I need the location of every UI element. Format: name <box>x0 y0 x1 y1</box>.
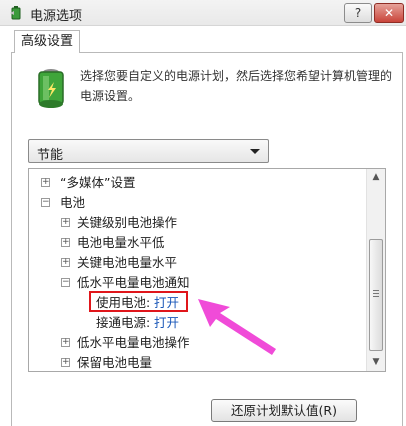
tree-item-low-action[interactable]: + 低水平电量电池操作 <box>29 333 359 353</box>
setting-plugged-in[interactable]: 接通电源: 打开 <box>29 313 359 333</box>
scroll-thumb[interactable] <box>369 239 383 351</box>
tree-item-label: 电池 <box>60 195 86 210</box>
tree-item-label: 关键级别电池操作 <box>77 215 178 230</box>
expand-icon[interactable]: + <box>61 358 70 367</box>
tree-item-label: 低水平电量电池通知 <box>77 275 190 290</box>
grip-line <box>373 290 379 291</box>
tree-item-label: 保留电池电量 <box>77 355 153 370</box>
title-bar: 电源选项 ? ✕ <box>0 0 406 26</box>
collapse-icon[interactable]: − <box>61 278 70 287</box>
setting-on-battery[interactable]: 使用电池: 打开 <box>29 293 359 313</box>
grip-line <box>373 296 379 297</box>
expand-icon[interactable]: + <box>61 218 70 227</box>
plan-description: 选择您要自定义的电源计划，然后选择您希望计算机管理的电源设置。 <box>80 69 393 103</box>
window-title: 电源选项 <box>30 9 83 24</box>
tree-item-low-level[interactable]: + 电池电量水平低 <box>29 233 359 253</box>
chevron-down-icon <box>250 149 260 154</box>
tree-item-reserve-level[interactable]: + 保留电池电量 <box>29 353 359 371</box>
help-button[interactable]: ? <box>344 3 372 23</box>
collapse-icon[interactable]: − <box>41 198 50 207</box>
battery-icon <box>38 69 64 108</box>
power-plan-select[interactable]: 节能 <box>28 139 269 163</box>
close-button[interactable]: ✕ <box>374 3 404 23</box>
expand-icon[interactable]: + <box>61 258 70 267</box>
tree-item-label: 电池电量水平低 <box>77 235 165 250</box>
vertical-scrollbar[interactable]: ▲ ▼ <box>366 169 385 371</box>
setting-value-link[interactable]: 打开 <box>154 313 179 333</box>
grip-line <box>373 293 379 294</box>
power-plan-selected: 节能 <box>37 148 64 163</box>
expand-icon[interactable]: + <box>41 178 50 187</box>
expand-icon[interactable]: + <box>61 238 70 247</box>
scroll-down-icon[interactable]: ▼ <box>367 354 385 371</box>
highlight-box <box>89 291 188 312</box>
tree-item-low-notification[interactable]: − 低水平电量电池通知 <box>29 273 359 293</box>
scroll-up-icon[interactable]: ▲ <box>367 169 385 186</box>
setting-label: 接通电源: <box>96 315 151 330</box>
tree-item-critical-action[interactable]: + 关键级别电池操作 <box>29 213 359 233</box>
tree-item-critical-level[interactable]: + 关键电池电量水平 <box>29 253 359 273</box>
tree-item-label: “多媒体”设置 <box>60 175 136 190</box>
tree-item-multimedia[interactable]: + “多媒体”设置 <box>29 173 359 193</box>
tree-item-label: 低水平电量电池操作 <box>77 335 190 350</box>
tree-item-battery[interactable]: − 电池 <box>29 193 359 213</box>
restore-defaults-button[interactable]: 还原计划默认值(R) <box>211 399 357 422</box>
pointer-arrow-icon <box>198 299 276 355</box>
tab-advanced-settings[interactable]: 高级设置 <box>14 30 80 53</box>
tree-item-label: 关键电池电量水平 <box>77 255 178 270</box>
power-options-icon <box>10 6 21 20</box>
expand-icon[interactable]: + <box>61 338 70 347</box>
